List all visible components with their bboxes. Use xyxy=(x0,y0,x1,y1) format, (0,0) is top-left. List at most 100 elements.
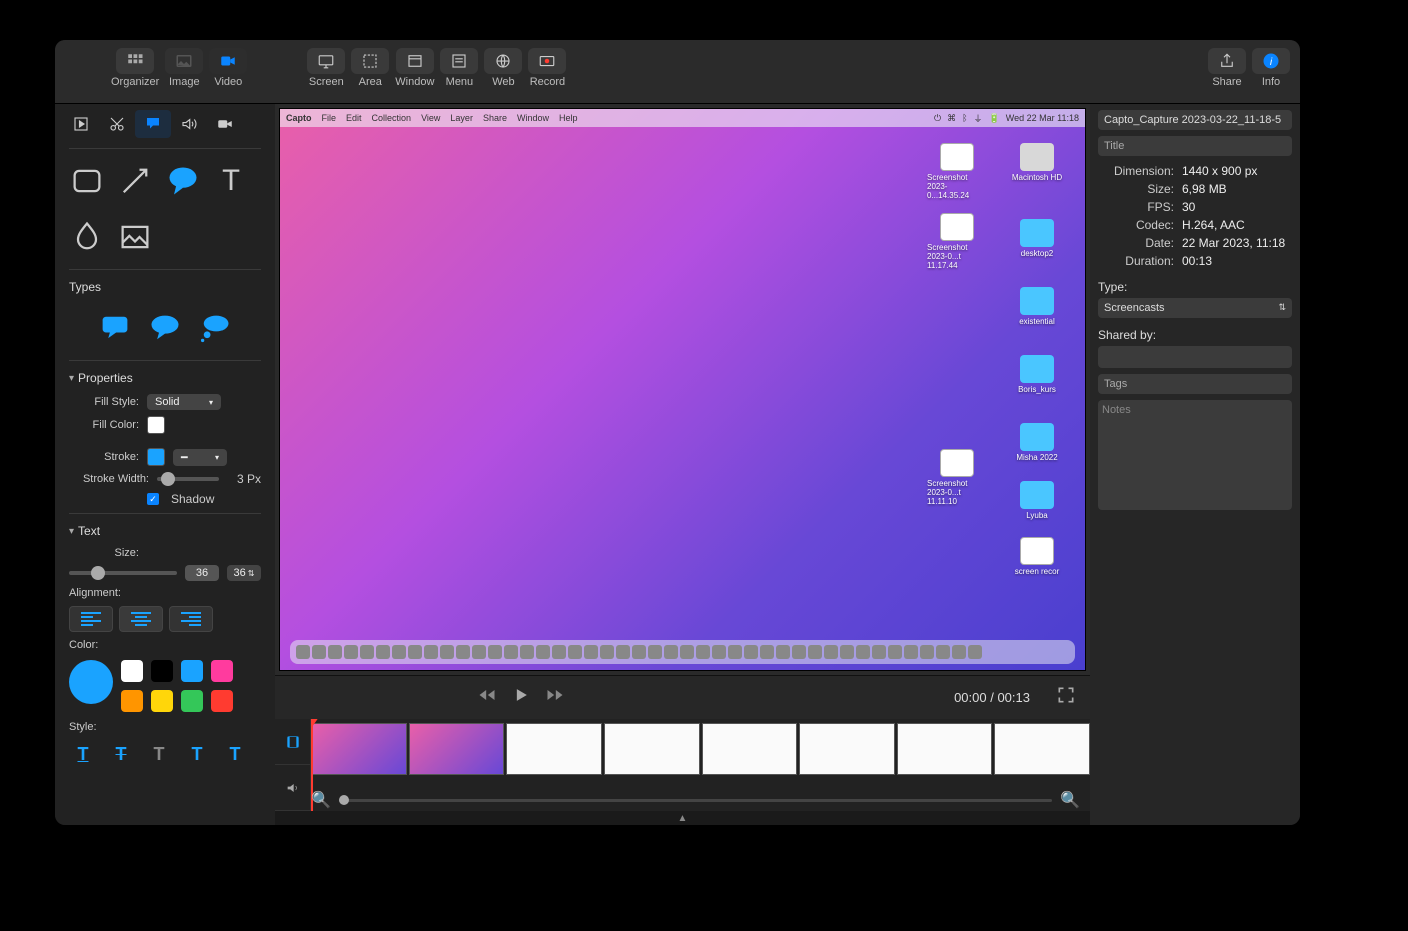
swatch-pink[interactable] xyxy=(211,660,233,682)
toolbar-record[interactable]: Record xyxy=(528,48,566,88)
align-left[interactable] xyxy=(69,606,113,632)
text-size-slider[interactable] xyxy=(69,571,177,575)
info-fps: 30 xyxy=(1182,200,1195,214)
editor-canvas-area: Capto FileEditCollectionViewLayerShareWi… xyxy=(275,104,1090,825)
swatch-blue[interactable] xyxy=(181,660,203,682)
shadow-checkbox[interactable]: ✓ xyxy=(147,493,159,505)
color-palette xyxy=(121,660,241,712)
alignment-label: Alignment: xyxy=(69,587,121,599)
color-section-label: Color: xyxy=(69,639,98,651)
shape-arrow[interactable] xyxy=(117,163,153,199)
info-size: 6,98 MB xyxy=(1182,182,1227,196)
info-date: 22 Mar 2023, 11:18 xyxy=(1182,236,1285,250)
toolbar-window[interactable]: Window xyxy=(395,48,434,88)
title-field[interactable]: Title xyxy=(1098,136,1292,156)
shared-label: Shared by: xyxy=(1098,328,1292,342)
shadow-label: Shadow xyxy=(171,492,214,506)
fullscreen-button[interactable] xyxy=(1056,685,1076,710)
forward-button[interactable] xyxy=(545,685,565,710)
stroke-width-value: 3 Px xyxy=(227,472,261,486)
playback-controls: 00:00 / 00:13 xyxy=(275,675,1090,719)
shape-text[interactable]: T xyxy=(213,163,249,199)
preview-dock xyxy=(290,640,1075,664)
video-track-icon[interactable] xyxy=(275,719,310,765)
fill-color-swatch[interactable] xyxy=(147,416,165,434)
callout-type-square[interactable] xyxy=(97,310,133,346)
panel-resize-handle[interactable]: ▲ xyxy=(275,811,1090,825)
timeline: 🔍 🔍 xyxy=(275,719,1090,811)
size-label: Size: xyxy=(69,547,139,559)
stroke-label: Stroke: xyxy=(69,451,139,463)
properties-section-label[interactable]: Properties xyxy=(55,365,275,391)
editor-sidebar: T Types Properties Fill Style: Solid▾ Fil… xyxy=(55,104,275,825)
stroke-width-slider[interactable] xyxy=(157,477,219,481)
swatch-red[interactable] xyxy=(211,690,233,712)
type-label: Type: xyxy=(1098,280,1292,294)
filename-field[interactable]: Capto_Capture 2023-03-22_11-18-5 xyxy=(1098,110,1292,130)
text-style-strike[interactable]: T xyxy=(107,742,135,766)
stroke-style-select[interactable]: ━▾ xyxy=(173,449,227,466)
toolbar-info[interactable]: iInfo xyxy=(1252,48,1290,88)
text-style-glow[interactable]: T xyxy=(221,742,249,766)
align-right[interactable] xyxy=(169,606,213,632)
type-select[interactable]: Screencasts⇅ xyxy=(1098,298,1292,318)
toolbar-share[interactable]: Share xyxy=(1208,48,1246,88)
callout-type-thought[interactable] xyxy=(197,310,233,346)
swatch-yellow[interactable] xyxy=(151,690,173,712)
callout-type-oval[interactable] xyxy=(147,310,183,346)
text-size-stepper[interactable]: 36⇅ xyxy=(227,565,261,581)
shape-callout[interactable] xyxy=(165,163,201,199)
app-window: Organizer Image Video Screen Area Window… xyxy=(55,40,1300,825)
toolbar-image: Image xyxy=(165,48,203,88)
text-style-outline[interactable]: T xyxy=(183,742,211,766)
zoom-slider[interactable] xyxy=(339,799,1052,802)
video-preview[interactable]: Capto FileEditCollectionViewLayerShareWi… xyxy=(279,108,1086,671)
types-section-label: Types xyxy=(55,274,275,300)
style-section-label: Style: xyxy=(69,721,97,733)
info-duration: 00:13 xyxy=(1182,254,1212,268)
notes-field[interactable]: Notes xyxy=(1098,400,1292,510)
zoom-out-icon[interactable]: 🔍 xyxy=(311,790,331,810)
toolbar-organizer[interactable]: Organizer xyxy=(111,48,159,88)
text-style-plain[interactable]: T xyxy=(145,742,173,766)
fill-style-select[interactable]: Solid▾ xyxy=(147,394,221,410)
shape-blur[interactable] xyxy=(69,219,105,255)
tool-annotate[interactable] xyxy=(135,110,171,138)
fill-style-label: Fill Style: xyxy=(69,396,139,408)
play-button[interactable] xyxy=(511,685,531,710)
stroke-width-label: Stroke Width: xyxy=(69,473,149,485)
shape-rect[interactable] xyxy=(69,163,105,199)
color-current[interactable] xyxy=(69,660,113,704)
text-section-label[interactable]: Text xyxy=(55,518,275,544)
audio-track-icon[interactable] xyxy=(275,765,310,811)
toolbar-menu[interactable]: Menu xyxy=(440,48,478,88)
toolbar-video[interactable]: Video xyxy=(209,48,247,88)
preview-menubar: Capto FileEditCollectionViewLayerShareWi… xyxy=(280,109,1085,127)
shared-field[interactable] xyxy=(1098,346,1292,368)
zoom-in-icon[interactable]: 🔍 xyxy=(1060,790,1080,810)
swatch-orange[interactable] xyxy=(121,690,143,712)
shape-image[interactable] xyxy=(117,219,153,255)
text-size-field[interactable]: 36 xyxy=(185,565,219,581)
toolbar-screen[interactable]: Screen xyxy=(307,48,345,88)
swatch-white[interactable] xyxy=(121,660,143,682)
swatch-black[interactable] xyxy=(151,660,173,682)
text-style-underline[interactable]: T xyxy=(69,742,97,766)
rewind-button[interactable] xyxy=(477,685,497,710)
align-center[interactable] xyxy=(119,606,163,632)
main-toolbar: Organizer Image Video Screen Area Window… xyxy=(55,40,1300,104)
info-dimension: 1440 x 900 px xyxy=(1182,164,1257,178)
tool-camera[interactable] xyxy=(207,110,243,138)
fill-color-label: Fill Color: xyxy=(69,419,139,431)
svg-text:T: T xyxy=(222,165,240,197)
tool-audio[interactable] xyxy=(171,110,207,138)
tool-cut[interactable] xyxy=(99,110,135,138)
info-codec: H.264, AAC xyxy=(1182,218,1245,232)
stroke-color-swatch[interactable] xyxy=(147,448,165,466)
playback-time: 00:00 / 00:13 xyxy=(954,690,1030,705)
toolbar-web[interactable]: Web xyxy=(484,48,522,88)
tags-field[interactable]: Tags xyxy=(1098,374,1292,394)
tool-play-clip[interactable] xyxy=(63,110,99,138)
swatch-green[interactable] xyxy=(181,690,203,712)
toolbar-area[interactable]: Area xyxy=(351,48,389,88)
